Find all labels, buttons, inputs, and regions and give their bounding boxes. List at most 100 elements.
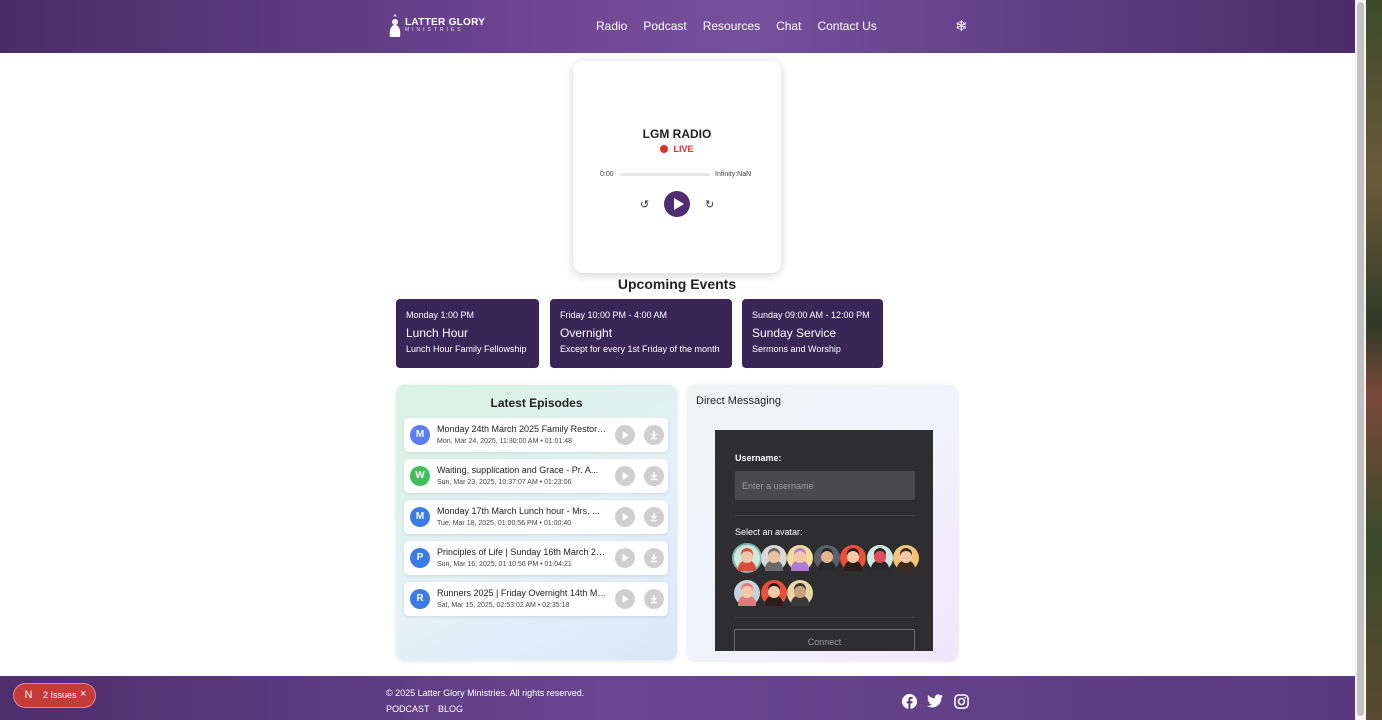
avatar-face xyxy=(900,551,912,563)
page: LATTER GLORY MINISTRIES Radio Podcast Re… xyxy=(0,0,1355,720)
download-icon xyxy=(651,431,657,440)
event-time: Monday 1:00 PM xyxy=(406,310,475,320)
messaging-title: Direct Messaging xyxy=(696,395,781,407)
download-button[interactable] xyxy=(644,589,664,609)
episode-meta: Sun, Mar 16, 2025, 01:10:56 PM • 01:04:2… xyxy=(437,561,572,568)
issues-badge[interactable]: N 2 Issues × xyxy=(13,683,96,708)
play-icon xyxy=(622,554,629,562)
episode-row[interactable]: M Monday 17th March Lunch hour - Mrs. ...… xyxy=(404,500,668,534)
play-episode-button[interactable] xyxy=(615,425,635,445)
episode-avatar: M xyxy=(410,425,430,445)
rewind-icon[interactable]: ↺ xyxy=(640,198,649,211)
episode-row[interactable]: R Runners 2025 | Friday Overnight 14th Ma… xyxy=(404,582,668,616)
episode-row[interactable]: W Waiting, supplication and Grace - Pr. A… xyxy=(404,459,668,493)
current-time: 0:00 xyxy=(600,171,614,178)
episode-avatar: P xyxy=(410,548,430,568)
play-episode-button[interactable] xyxy=(615,466,635,486)
site-footer: © 2025 Latter Glory Ministries. All righ… xyxy=(0,676,1355,720)
logo[interactable]: LATTER GLORY MINISTRIES xyxy=(388,12,485,38)
play-episode-button[interactable] xyxy=(615,507,635,527)
avatar-option[interactable] xyxy=(893,545,919,571)
scrollbar-thumb[interactable] xyxy=(1357,2,1364,716)
close-icon[interactable]: × xyxy=(80,688,86,700)
nav-contact-us[interactable]: Contact Us xyxy=(817,19,876,33)
event-card[interactable]: Friday 10:00 PM - 4:00 AM Overnight Exce… xyxy=(550,299,732,368)
play-icon xyxy=(674,198,684,210)
avatar-face xyxy=(741,551,753,563)
main-nav: Radio Podcast Resources Chat Contact Us xyxy=(596,19,893,33)
avatar-option[interactable] xyxy=(734,580,760,606)
instagram-icon[interactable] xyxy=(954,694,969,709)
episodes-title: Latest Episodes xyxy=(490,396,583,410)
logo-main-text: LATTER GLORY xyxy=(405,16,486,28)
direct-messaging-panel: Direct Messaging Username: Select an ava… xyxy=(688,385,958,660)
episode-row[interactable]: P Principles of Life | Sunday 16th March … xyxy=(404,541,668,575)
event-desc: Except for every 1st Friday of the month xyxy=(560,344,720,354)
avatar-option[interactable] xyxy=(813,545,840,571)
avatar-option[interactable] xyxy=(787,580,813,606)
station-name: LGM RADIO xyxy=(642,127,712,141)
episode-meta: Sat, Mar 15, 2025, 02:53:02 AM • 02:35:1… xyxy=(437,602,570,609)
episode-title: Principles of Life | Sunday 16th March 2… xyxy=(437,547,609,557)
event-desc: Lunch Hour Family Fellowship xyxy=(406,344,527,354)
background-window-edge xyxy=(1366,0,1382,720)
avatar-option[interactable] xyxy=(840,545,866,571)
avatar-face xyxy=(847,551,859,563)
divider xyxy=(735,515,915,516)
username-input[interactable] xyxy=(735,471,915,500)
episode-title: Monday 24th March 2025 Family Restoratio… xyxy=(437,424,609,434)
avatar-option[interactable] xyxy=(760,545,787,571)
footer-link-podcast[interactable]: PODCAST xyxy=(386,704,430,714)
nav-chat[interactable]: Chat xyxy=(776,19,801,33)
download-button[interactable] xyxy=(644,548,664,568)
episode-avatar: M xyxy=(410,507,430,527)
twitter-icon[interactable] xyxy=(927,694,943,708)
logo-mark-icon xyxy=(389,14,401,37)
nav-resources[interactable]: Resources xyxy=(703,19,760,33)
live-indicator: LIVE xyxy=(573,144,781,154)
divider xyxy=(735,617,915,618)
episode-avatar: W xyxy=(410,466,430,486)
play-button[interactable] xyxy=(664,191,690,217)
episode-row[interactable]: M Monday 24th March 2025 Family Restorati… xyxy=(404,418,668,452)
download-icon xyxy=(651,472,657,481)
avatar-face xyxy=(741,586,753,598)
play-episode-button[interactable] xyxy=(615,548,635,568)
nav-radio[interactable]: Radio xyxy=(596,19,627,33)
event-time: Friday 10:00 PM - 4:00 AM xyxy=(560,310,668,320)
avatar-face xyxy=(873,551,886,563)
download-button[interactable] xyxy=(644,466,664,486)
play-icon xyxy=(622,472,629,480)
progress-bar[interactable] xyxy=(620,173,710,176)
episode-title: Monday 17th March Lunch hour - Mrs. ... xyxy=(437,506,600,516)
download-button[interactable] xyxy=(644,507,664,527)
episode-meta: Sun, Mar 23, 2025, 10:37:07 AM • 01:23:0… xyxy=(437,479,572,486)
snowflake-icon[interactable]: ❄ xyxy=(955,19,968,34)
play-icon xyxy=(622,431,629,439)
copyright: © 2025 Latter Glory Ministries. All righ… xyxy=(386,688,585,698)
episode-title: Waiting, supplication and Grace - Pr. A.… xyxy=(437,465,599,475)
avatar-option[interactable] xyxy=(760,580,787,606)
download-button[interactable] xyxy=(644,425,664,445)
event-card[interactable]: Sunday 09:00 AM - 12:00 PM Sunday Servic… xyxy=(742,299,883,368)
forward-icon[interactable]: ↻ xyxy=(705,198,714,211)
avatar-option[interactable] xyxy=(866,545,893,571)
episode-title: Runners 2025 | Friday Overnight 14th Mar… xyxy=(437,588,609,598)
event-name: Overnight xyxy=(560,326,613,340)
facebook-icon[interactable] xyxy=(902,694,917,709)
play-episode-button[interactable] xyxy=(615,589,635,609)
event-card[interactable]: Monday 1:00 PM Lunch Hour Lunch Hour Fam… xyxy=(396,299,539,368)
avatar-face xyxy=(767,586,780,598)
avatar-option[interactable] xyxy=(787,545,813,571)
event-name: Sunday Service xyxy=(752,326,837,340)
connect-button[interactable]: Connect xyxy=(734,629,915,651)
download-icon xyxy=(651,595,657,604)
nav-podcast[interactable]: Podcast xyxy=(643,19,686,33)
episode-meta: Mon, Mar 24, 2025, 11:30:00 AM • 01:01:4… xyxy=(437,438,573,445)
duration: Infinity:NaN xyxy=(715,171,752,178)
avatar-option[interactable] xyxy=(734,545,760,571)
events-title: Upcoming Events xyxy=(617,276,737,292)
messaging-form: Username: Select an avatar: Connect xyxy=(715,430,933,651)
play-icon xyxy=(622,595,629,603)
footer-link-blog[interactable]: BLOG xyxy=(438,704,463,714)
